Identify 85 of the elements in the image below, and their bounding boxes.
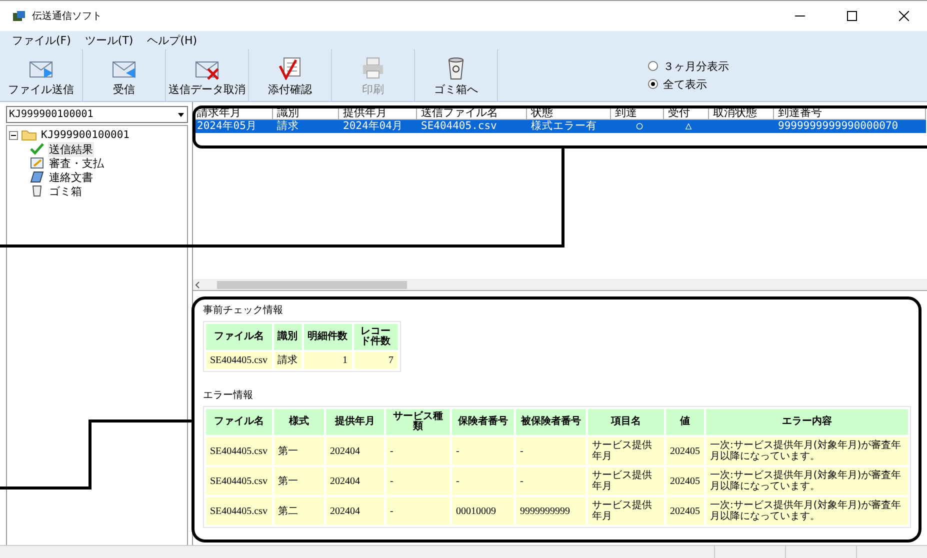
table-cell: SE404405.csv bbox=[206, 497, 272, 525]
notebook-icon bbox=[29, 171, 45, 183]
table-header: ファイル名 bbox=[206, 324, 272, 350]
scrollbar[interactable] bbox=[193, 279, 927, 290]
table-header: 識別 bbox=[274, 324, 302, 350]
table-cell: 一次:サービス提供年月(対象年月)が審査年月以降になっています。 bbox=[706, 497, 908, 525]
radio-icon[interactable] bbox=[648, 61, 658, 71]
table-cell: 202405 bbox=[666, 497, 704, 525]
table-header: 保険者番号 bbox=[452, 409, 514, 435]
table-cell: 00010009 bbox=[452, 497, 514, 525]
list-cell-text: 様式エラー有 bbox=[530, 120, 598, 133]
table-header: エラー内容 bbox=[706, 409, 908, 435]
tree-item[interactable]: KJ999900100001 bbox=[40, 129, 131, 141]
list-row[interactable] bbox=[193, 120, 926, 133]
table-cell: SE404405.csv bbox=[206, 437, 272, 465]
tree-item[interactable]: 連絡文書 bbox=[48, 170, 94, 184]
account-dropdown[interactable]: KJ999900100001 bbox=[6, 106, 188, 123]
section-title: エラー情報 bbox=[203, 388, 254, 402]
table-cell: 202405 bbox=[666, 467, 704, 495]
table-header: 様式 bbox=[274, 409, 324, 435]
list-cell-text: 請求 bbox=[276, 120, 300, 133]
table-cell: 202404 bbox=[326, 497, 384, 525]
table-cell: - bbox=[386, 497, 450, 525]
table-cell: 202404 bbox=[326, 437, 384, 465]
table-header: 提供年月 bbox=[326, 409, 384, 435]
radio-icon[interactable] bbox=[648, 79, 658, 89]
table-header: 値 bbox=[666, 409, 704, 435]
table-cell: 9999999999 bbox=[516, 497, 586, 525]
table-cell: - bbox=[386, 467, 450, 495]
close-icon bbox=[899, 11, 909, 21]
toolbar-button[interactable]: 受信 bbox=[83, 49, 166, 101]
table-cell: 請求 bbox=[274, 352, 302, 369]
maximize-icon bbox=[847, 11, 857, 21]
check-icon bbox=[29, 143, 45, 155]
toolbar-button[interactable]: ファイル送信 bbox=[0, 49, 83, 101]
table-header: ファイル名 bbox=[206, 409, 272, 435]
list-cell-text: 2024年04月 bbox=[342, 120, 404, 133]
table-header: 被保険者番号 bbox=[516, 409, 586, 435]
document-icon bbox=[29, 157, 45, 169]
table-cell: サービス提供年月 bbox=[588, 497, 664, 525]
window-title: 伝送通信ソフト bbox=[32, 10, 103, 23]
table-cell: 第一 bbox=[274, 437, 324, 465]
table-header: 明細件数 bbox=[304, 324, 352, 350]
collapse-icon[interactable] bbox=[9, 130, 18, 140]
table-cell: - bbox=[452, 467, 514, 495]
table-cell: サービス提供年月 bbox=[588, 467, 664, 495]
tree-item[interactable]: 審査・支払 bbox=[48, 156, 105, 170]
list-cell-text: 9999999999990000070 bbox=[777, 120, 900, 133]
tree-item[interactable]: 送信結果 bbox=[48, 142, 94, 156]
table-cell: - bbox=[516, 467, 586, 495]
table-cell: 202404 bbox=[326, 467, 384, 495]
table-cell: - bbox=[516, 437, 586, 465]
app-icon bbox=[12, 10, 26, 22]
list-cell-text: ○ bbox=[635, 120, 644, 133]
radio-option[interactable]: ３ヶ月分表示 bbox=[648, 58, 729, 74]
table-header: レコード件数 bbox=[354, 324, 398, 350]
table-cell: 一次:サービス提供年月(対象年月)が審査年月以降になっています。 bbox=[706, 467, 908, 495]
toolbar-button[interactable]: 送信データ取消 bbox=[166, 49, 249, 101]
table-cell: SE404405.csv bbox=[206, 467, 272, 495]
table-header: サービス種類 bbox=[386, 409, 450, 435]
table-cell: - bbox=[386, 437, 450, 465]
list-cell-text: SE404405.csv bbox=[420, 120, 498, 133]
radio-label: 全て表示 bbox=[663, 76, 707, 92]
section-title: 事前チェック情報 bbox=[203, 304, 284, 317]
table-cell: サービス提供年月 bbox=[588, 437, 664, 465]
table-cell: SE404405.csv bbox=[206, 352, 272, 369]
menu-item[interactable]: ヘルプ(H) bbox=[147, 32, 198, 48]
table-cell: 一次:サービス提供年月(対象年月)が審査年月以降になっています。 bbox=[706, 437, 908, 465]
list-cell-text: 2024年05月 bbox=[196, 120, 258, 133]
table-cell: - bbox=[452, 437, 514, 465]
table-header: 項目名 bbox=[588, 409, 664, 435]
radio-option[interactable]: 全て表示 bbox=[648, 76, 729, 92]
list-cell-text: △ bbox=[684, 120, 693, 133]
table-cell: 1 bbox=[304, 352, 352, 369]
table-cell: 第二 bbox=[274, 497, 324, 525]
folder-icon bbox=[21, 129, 37, 141]
table-cell: 第一 bbox=[274, 467, 324, 495]
menu-item[interactable]: ツール(T) bbox=[84, 32, 134, 48]
table-cell: 7 bbox=[354, 352, 398, 369]
radio-label: ３ヶ月分表示 bbox=[663, 58, 729, 74]
toolbar-button[interactable]: ゴミ箱へ bbox=[415, 49, 498, 101]
tree-item[interactable]: ゴミ箱 bbox=[48, 184, 83, 198]
toolbar-button[interactable]: 添付確認 bbox=[249, 49, 332, 101]
menu-item[interactable]: ファイル(F) bbox=[12, 32, 71, 48]
table-cell: 202405 bbox=[666, 437, 704, 465]
